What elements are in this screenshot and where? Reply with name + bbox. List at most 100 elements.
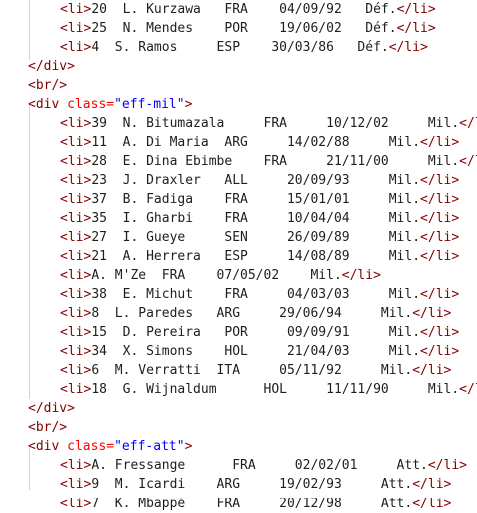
code-line-li: <li>34 X. Simons HOL 21/04/03 Mil.</li> xyxy=(0,342,477,361)
tag-div-end: > xyxy=(184,439,193,454)
tag-li-close: </li> xyxy=(427,458,467,473)
code-line-li: <li>18 G. Wijnaldum HOL 11/11/90 Mil.</l… xyxy=(0,380,477,399)
code-line-div-close: </div> xyxy=(0,399,477,418)
li-text: 27 I. Gueye SEN 26/09/89 Mil. xyxy=(91,230,421,245)
tag-li-open: <li> xyxy=(60,192,92,207)
tag-li-open: <li> xyxy=(60,21,92,36)
tag-li-close: </li> xyxy=(459,154,477,169)
code-line-li: <li>A. Fressange FRA 02/02/01 Att.</li> xyxy=(0,456,477,475)
li-text: 39 N. Bitumazala FRA 10/12/02 Mil. xyxy=(91,116,460,131)
tag-li-close: </li> xyxy=(420,173,460,188)
tag-li-close: </li> xyxy=(420,325,460,340)
tag-li-close: </li> xyxy=(412,496,452,511)
code-line-li: <li>28 E. Dina Ebimbe FRA 21/11/00 Mil.<… xyxy=(0,152,477,171)
code-editor[interactable]: <li>20 L. Kurzawa FRA 04/09/92 Déf.</li>… xyxy=(0,0,477,511)
tag-div-open: <div xyxy=(28,439,68,454)
code-line-div-close-tag: </div> xyxy=(28,59,75,74)
code-line-li: <li>8 L. Paredes ARG 29/06/94 Mil.</li> xyxy=(0,304,477,323)
tag-li-open: <li> xyxy=(60,268,92,283)
li-text: 4 S. Ramos ESP 30/03/86 Déf. xyxy=(91,40,389,55)
attr-value: "eff-att" xyxy=(114,439,185,454)
code-line-li: <li>11 A. Di Maria ARG 14/02/88 Mil.</li… xyxy=(0,133,477,152)
tag-li-close: </li> xyxy=(420,211,460,226)
tag-li-open: <li> xyxy=(60,325,92,340)
code-line-br: <br/> xyxy=(0,418,477,437)
tag-li-open: <li> xyxy=(60,116,92,131)
code-line-br-tag: <br/> xyxy=(28,420,68,435)
code-line-li: <li>20 L. Kurzawa FRA 04/09/92 Déf.</li> xyxy=(0,0,477,19)
code-line-div-close-tag: </div> xyxy=(28,401,75,416)
code-line-div-open: <div class="eff-mil"> xyxy=(0,95,477,114)
code-line-li: <li>35 I. Gharbi FRA 10/04/04 Mil.</li> xyxy=(0,209,477,228)
tag-li-close: </li> xyxy=(420,287,460,302)
tag-li-close: </li> xyxy=(420,135,460,150)
li-text: 34 X. Simons HOL 21/04/03 Mil. xyxy=(91,344,421,359)
tag-li-close: </li> xyxy=(396,21,436,36)
attr-value: "eff-mil" xyxy=(114,97,185,112)
li-text: 15 D. Pereira POR 09/09/91 Mil. xyxy=(91,325,421,340)
tag-li-close: </li> xyxy=(420,192,460,207)
li-text: 35 I. Gharbi FRA 10/04/04 Mil. xyxy=(91,211,421,226)
tag-li-open: <li> xyxy=(60,211,92,226)
viewport-edge xyxy=(0,490,477,498)
tag-li-open: <li> xyxy=(60,2,92,17)
li-text: 21 A. Herrera ESP 14/08/89 Mil. xyxy=(91,249,421,264)
code-line-li: <li>39 N. Bitumazala FRA 10/12/02 Mil.</… xyxy=(0,114,477,133)
tag-li-open: <li> xyxy=(60,173,92,188)
tag-li-close: </li> xyxy=(388,40,428,55)
code-line-br-tag: <br/> xyxy=(28,78,68,93)
li-text: 23 J. Draxler ALL 20/09/93 Mil. xyxy=(91,173,421,188)
tag-li-open: <li> xyxy=(60,135,92,150)
code-line-div-close: </div> xyxy=(0,57,477,76)
tag-li-close: </li> xyxy=(341,268,381,283)
code-line-li: <li>23 J. Draxler ALL 20/09/93 Mil.</li> xyxy=(0,171,477,190)
li-text: A. Fressange FRA 02/02/01 Att. xyxy=(91,458,428,473)
code-line-li: <li>4 S. Ramos ESP 30/03/86 Déf.</li> xyxy=(0,38,477,57)
tag-li-close: </li> xyxy=(396,2,436,17)
tag-li-open: <li> xyxy=(60,363,92,378)
code-line-br: <br/> xyxy=(0,76,477,95)
li-text: 8 L. Paredes ARG 29/06/94 Mil. xyxy=(91,306,413,321)
tag-div-open: <div xyxy=(28,97,68,112)
li-text: A. M'Ze FRA 07/05/02 Mil. xyxy=(91,268,342,283)
tag-li-close: </li> xyxy=(420,230,460,245)
attr-class: class= xyxy=(67,439,115,454)
code-line-li: <li>21 A. Herrera ESP 14/08/89 Mil.</li> xyxy=(0,247,477,266)
code-line-li: <li>38 E. Michut FRA 04/03/03 Mil.</li> xyxy=(0,285,477,304)
tag-li-open: <li> xyxy=(60,458,92,473)
code-line-li: <li>27 I. Gueye SEN 26/09/89 Mil.</li> xyxy=(0,228,477,247)
code-line-li: <li>25 N. Mendes POR 19/06/02 Déf.</li> xyxy=(0,19,477,38)
tag-li-open: <li> xyxy=(60,344,92,359)
tag-li-open: <li> xyxy=(60,40,92,55)
code-line-div-open: <div class="eff-att"> xyxy=(0,437,477,456)
code-line-li: <li>6 M. Verratti ITA 05/11/92 Mil.</li> xyxy=(0,361,477,380)
li-text: 7 K. Mbappé FRA 20/12/98 Att. xyxy=(91,496,413,511)
tag-li-open: <li> xyxy=(60,154,92,169)
tag-li-open: <li> xyxy=(60,230,92,245)
tag-li-close: </li> xyxy=(420,249,460,264)
li-text: 25 N. Mendes POR 19/06/02 Déf. xyxy=(91,21,397,36)
code-line-li: <li>15 D. Pereira POR 09/09/91 Mil.</li> xyxy=(0,323,477,342)
tag-li-open: <li> xyxy=(60,249,92,264)
code-lines: <li>20 L. Kurzawa FRA 04/09/92 Déf.</li>… xyxy=(0,0,477,513)
li-text: 18 G. Wijnaldum HOL 11/11/90 Mil. xyxy=(91,382,460,397)
tag-li-close: </li> xyxy=(420,344,460,359)
tag-li-open: <li> xyxy=(60,496,92,511)
tag-li-close: </li> xyxy=(459,382,477,397)
tag-li-open: <li> xyxy=(60,287,92,302)
li-text: 37 B. Fadiga FRA 15/01/01 Mil. xyxy=(91,192,421,207)
attr-class: class= xyxy=(67,97,115,112)
tag-li-open: <li> xyxy=(60,306,92,321)
code-line-li: <li>37 B. Fadiga FRA 15/01/01 Mil.</li> xyxy=(0,190,477,209)
tag-li-close: </li> xyxy=(412,306,452,321)
li-text: 28 E. Dina Ebimbe FRA 21/11/00 Mil. xyxy=(91,154,460,169)
tag-li-open: <li> xyxy=(60,382,92,397)
tag-li-close: </li> xyxy=(412,363,452,378)
tag-li-close: </li> xyxy=(459,116,477,131)
li-text: 6 M. Verratti ITA 05/11/92 Mil. xyxy=(91,363,413,378)
code-line-li: <li>A. M'Ze FRA 07/05/02 Mil.</li> xyxy=(0,266,477,285)
li-text: 20 L. Kurzawa FRA 04/09/92 Déf. xyxy=(91,2,397,17)
tag-div-end: > xyxy=(184,97,193,112)
li-text: 11 A. Di Maria ARG 14/02/88 Mil. xyxy=(91,135,421,150)
li-text: 38 E. Michut FRA 04/03/03 Mil. xyxy=(91,287,421,302)
